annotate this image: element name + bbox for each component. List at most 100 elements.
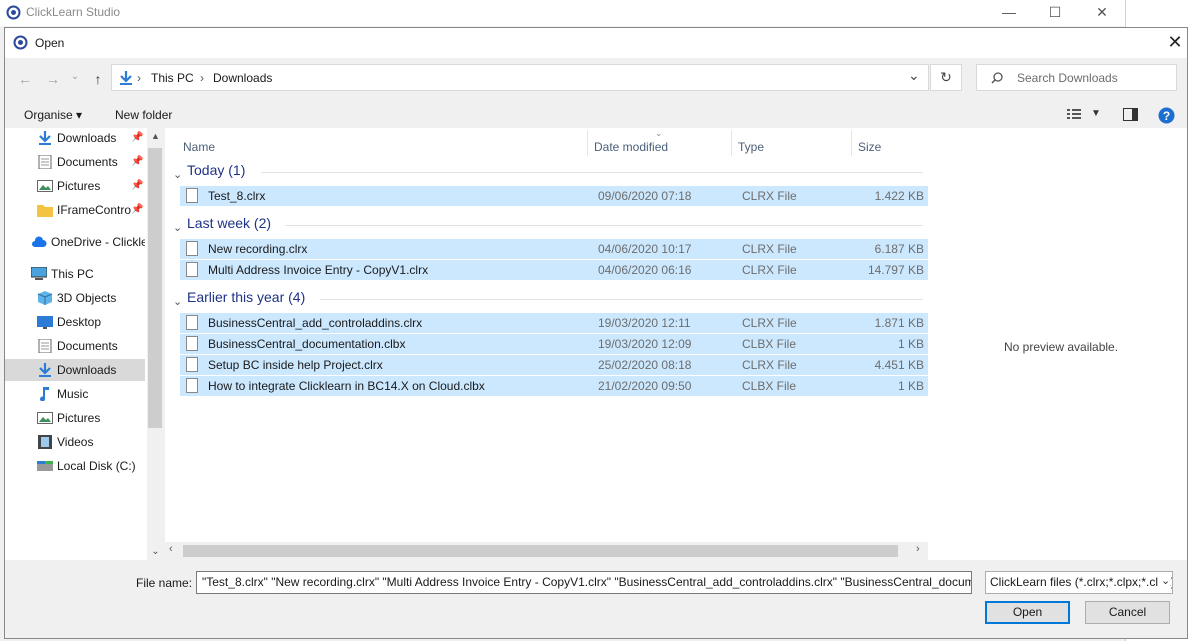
file-row[interactable]: New recording.clrx 04/06/2020 10:17 CLRX F… xyxy=(180,239,928,259)
sidebar-item-onedrive-clickle[interactable]: OneDrive - Clickle xyxy=(5,231,145,253)
dialog-title: Open xyxy=(35,36,65,50)
file-row[interactable]: Multi Address Invoice Entry - CopyV1.clr… xyxy=(180,260,928,280)
group-collapse-icon[interactable]: ⌄ xyxy=(173,221,182,234)
sidebar-item-this-pc[interactable]: This PC xyxy=(5,263,145,285)
crumb-downloads[interactable]: Downloads xyxy=(213,71,272,85)
command-toolbar: Organise ▾ New folder ▼ ? xyxy=(5,94,1187,128)
sidebar-item-documents[interactable]: Documents xyxy=(5,335,145,357)
sidebar-item-label: Local Disk (C:) xyxy=(57,459,136,473)
column-header-size[interactable]: Size xyxy=(858,140,881,154)
column-header-type[interactable]: Type xyxy=(738,140,764,154)
app-title: ClickLearn Studio xyxy=(26,5,121,19)
sidebar-item-music[interactable]: Music xyxy=(5,383,145,405)
sidebar-item-documents[interactable]: Documents 📌 xyxy=(5,151,145,173)
file-name-input[interactable]: "Test_8.clrx" "New recording.clrx" "Mult… xyxy=(196,571,972,594)
file-name: How to integrate Clicklearn in BC14.X on… xyxy=(208,379,485,393)
folder-icon xyxy=(37,205,53,217)
sidebar-item-label: Videos xyxy=(57,435,94,449)
crumb-this-pc[interactable]: This PC xyxy=(151,71,194,85)
scroll-down-icon[interactable]: ⌄ xyxy=(147,544,164,560)
filter-dropdown-icon[interactable]: ⌄ xyxy=(1158,574,1171,587)
group-header[interactable]: Last week (2) xyxy=(187,215,271,231)
file-type: CLRX File xyxy=(742,263,797,277)
sidebar-item-videos[interactable]: Videos xyxy=(5,431,145,453)
refresh-button[interactable]: ↻ xyxy=(930,64,962,91)
file-date: 21/02/2020 09:50 xyxy=(598,379,692,393)
sidebar-item-local-disk-c[interactable]: Local Disk (C:) xyxy=(5,455,145,477)
file-name: Test_8.clrx xyxy=(208,189,266,203)
scroll-left-icon[interactable]: ‹ xyxy=(169,543,173,555)
column-separator[interactable] xyxy=(587,130,588,156)
document-icon xyxy=(38,155,52,169)
sidebar-item-3d-objects[interactable]: 3D Objects xyxy=(5,287,145,309)
column-header-date[interactable]: Date modified xyxy=(594,140,668,154)
film-icon xyxy=(38,435,52,449)
column-separator[interactable] xyxy=(851,130,852,156)
file-name: BusinessCentral_add_controladdins.clrx xyxy=(208,316,423,330)
navigation-scrollbar[interactable]: ▲ ⌄ xyxy=(147,128,164,560)
pin-icon[interactable]: 📌 xyxy=(131,151,143,173)
organise-button[interactable]: Organise ▾ xyxy=(24,108,82,122)
help-icon[interactable]: ? xyxy=(1158,107,1175,124)
sidebar-item-iframecontro[interactable]: IFrameContro 📌 xyxy=(5,199,145,221)
new-folder-button[interactable]: New folder xyxy=(115,108,172,122)
download-arrow-icon xyxy=(39,131,51,145)
navigation-pane: Quick accessDesktop📌Downloads📌Documents📌… xyxy=(5,128,147,560)
sidebar-item-label: Documents xyxy=(57,155,118,169)
group-header[interactable]: Today (1) xyxy=(187,162,245,178)
cancel-button[interactable]: Cancel xyxy=(1085,601,1170,624)
computer-icon xyxy=(31,267,47,280)
group-collapse-icon[interactable]: ⌄ xyxy=(173,168,182,181)
sidebar-item-label: Documents xyxy=(57,339,118,353)
file-row[interactable]: How to integrate Clicklearn in BC14.X on… xyxy=(180,376,928,396)
sidebar-item-pictures[interactable]: Pictures 📌 xyxy=(5,175,145,197)
file-row[interactable]: BusinessCentral_add_controladdins.clrx 19… xyxy=(180,313,928,333)
download-arrow-icon xyxy=(120,71,132,85)
group-divider xyxy=(261,172,923,173)
file-icon xyxy=(186,262,198,277)
file-row[interactable]: Setup BC inside help Project.clrx 25/02/2… xyxy=(180,355,928,375)
open-button[interactable]: Open xyxy=(985,601,1070,624)
group-header[interactable]: Earlier this year (4) xyxy=(187,289,305,305)
view-dropdown-icon[interactable]: ▼ xyxy=(1091,108,1101,119)
column-header-name[interactable]: Name xyxy=(183,140,215,154)
file-type-filter[interactable]: ClickLearn files (*.clrx;*.clpx;*.clbx) xyxy=(985,571,1173,594)
search-box[interactable]: Search Downloads xyxy=(976,64,1177,91)
address-dropdown-icon[interactable]: ⌄ xyxy=(908,67,920,84)
file-type: CLRX File xyxy=(742,189,797,203)
pin-icon[interactable]: 📌 xyxy=(131,175,143,197)
file-size: 14.797 KB xyxy=(867,263,924,277)
app-minimize-button[interactable]: — xyxy=(986,2,1032,22)
recent-dropdown-icon[interactable]: ⌄ xyxy=(65,71,85,87)
view-options-icon[interactable] xyxy=(1067,109,1081,120)
pin-icon[interactable]: 📌 xyxy=(131,128,143,149)
pin-icon[interactable]: 📌 xyxy=(131,199,143,221)
sidebar-item-desktop[interactable]: Desktop xyxy=(5,311,145,333)
sidebar-item-downloads[interactable]: Downloads 📌 xyxy=(5,128,145,149)
file-icon xyxy=(186,336,198,351)
download-arrow-icon xyxy=(39,363,51,377)
sidebar-item-downloads[interactable]: Downloads xyxy=(5,359,145,381)
group-divider xyxy=(285,225,923,226)
up-arrow-icon[interactable]: ↑ xyxy=(88,71,108,87)
column-separator[interactable] xyxy=(731,130,732,156)
address-bar[interactable]: › This PC › Downloads ⌄ xyxy=(111,64,929,91)
app-maximize-button[interactable]: ☐ xyxy=(1032,2,1078,22)
cloud-icon xyxy=(32,236,47,247)
file-row[interactable]: BusinessCentral_documentation.clbx 19/03/… xyxy=(180,334,928,354)
open-dialog: Open ✕ ← → ⌄ ↑ › This PC › Downloads ⌄ ↻… xyxy=(4,27,1188,639)
preview-pane-icon[interactable] xyxy=(1123,108,1138,121)
group-collapse-icon[interactable]: ⌄ xyxy=(173,295,182,308)
file-name-label: File name: xyxy=(136,576,193,590)
forward-arrow-icon[interactable]: → xyxy=(43,71,63,87)
back-arrow-icon[interactable]: ← xyxy=(15,71,35,87)
sidebar-item-pictures[interactable]: Pictures xyxy=(5,407,145,429)
navigation-scroll-thumb[interactable] xyxy=(148,148,162,428)
scroll-right-icon[interactable]: › xyxy=(916,543,920,555)
horizontal-scroll-thumb[interactable] xyxy=(183,545,898,557)
dialog-close-button[interactable]: ✕ xyxy=(1163,30,1187,54)
file-row[interactable]: Test_8.clrx 09/06/2020 07:18 CLRX File 1.42… xyxy=(180,186,928,206)
horizontal-scrollbar[interactable]: ‹ › xyxy=(165,542,928,560)
app-close-button[interactable]: ✕ xyxy=(1079,2,1125,22)
scroll-up-icon[interactable]: ▲ xyxy=(147,128,164,144)
